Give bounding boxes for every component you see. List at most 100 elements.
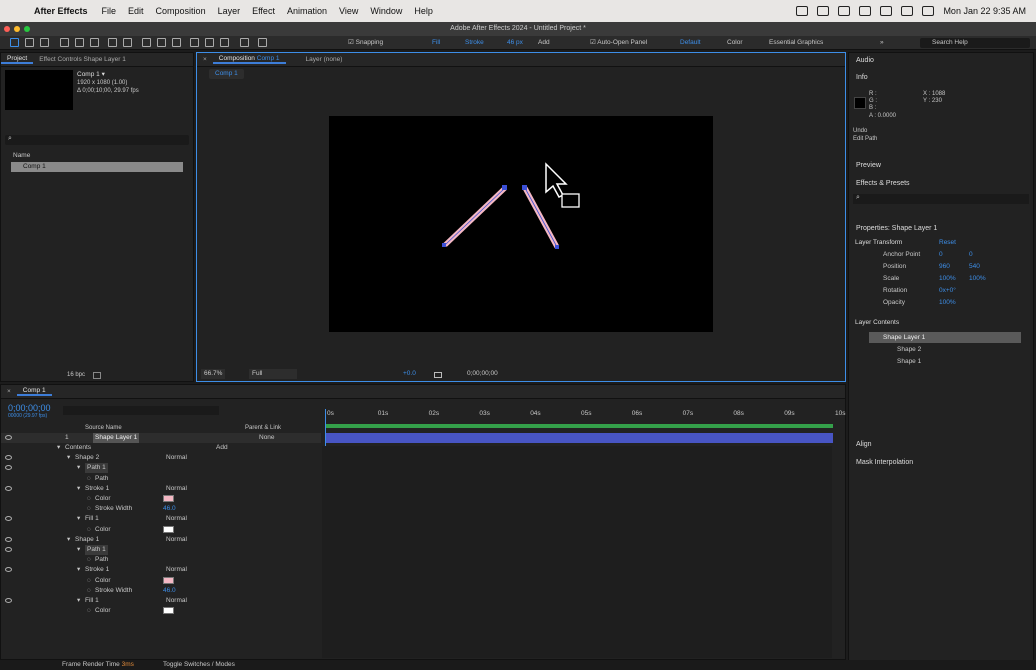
stopwatch-icon[interactable]: ◌ <box>87 474 91 484</box>
twirl-chevron-icon[interactable]: ▾ <box>57 443 60 453</box>
menu-layer[interactable]: Layer <box>218 6 241 16</box>
search-help-input[interactable]: Search Help <box>920 38 1030 48</box>
property-row[interactable]: ▾ Fill 1 Normal <box>1 596 321 606</box>
exposure-value[interactable]: +0.0 <box>403 369 416 379</box>
color-swatch[interactable] <box>163 607 174 615</box>
layer-duration-bar[interactable] <box>325 433 833 443</box>
eye-icon[interactable] <box>5 455 12 461</box>
close-icon[interactable]: × <box>197 56 213 63</box>
info-panel-title[interactable]: Info <box>856 74 868 81</box>
fill-label[interactable]: Fill <box>432 38 440 48</box>
vertex-handle[interactable] <box>502 185 507 190</box>
clone-stamp-tool-icon[interactable] <box>205 38 214 47</box>
eraser-tool-icon[interactable] <box>220 38 229 47</box>
parent-dropdown[interactable]: None <box>259 433 275 443</box>
twirl-chevron-icon[interactable]: ▾ <box>77 514 80 524</box>
mask-interpolation-title[interactable]: Mask Interpolation <box>856 459 913 466</box>
wifi-icon[interactable] <box>901 6 914 16</box>
menu-file[interactable]: File <box>102 6 117 16</box>
shape-paths[interactable] <box>329 116 713 332</box>
twirl-chevron-icon[interactable]: ▾ <box>77 596 80 606</box>
color-swatch[interactable] <box>163 525 174 533</box>
vertex-handle[interactable] <box>522 185 527 190</box>
property-row[interactable]: ▾ Stroke 1 Normal <box>1 484 321 494</box>
property-row[interactable]: ◌ Color <box>1 525 321 535</box>
eye-icon[interactable] <box>5 485 12 491</box>
twirl-chevron-icon[interactable]: ▾ <box>77 484 80 494</box>
property-row[interactable]: ◌ Color <box>1 606 321 616</box>
hand-tool-icon[interactable] <box>25 38 34 47</box>
battery-icon[interactable] <box>880 6 893 16</box>
status-icon[interactable] <box>859 6 872 16</box>
scale-y[interactable]: 100% <box>969 274 986 284</box>
menu-help[interactable]: Help <box>414 6 433 16</box>
time-ruler[interactable]: 0s 01s 02s 03s 04s 05s 06s 07s 08s 09s 10s <box>323 409 845 423</box>
brush-tool-icon[interactable] <box>190 38 199 47</box>
layer-row[interactable]: 1 Shape Layer 1 None <box>1 433 321 443</box>
comp-canvas[interactable] <box>329 116 713 332</box>
close-icon[interactable]: × <box>1 388 17 395</box>
rectangle-tool-icon[interactable] <box>142 38 151 47</box>
stopwatch-icon[interactable]: ◌ <box>87 586 91 596</box>
twirl-chevron-icon[interactable]: ▾ <box>77 463 80 473</box>
layer-transform-label[interactable]: Layer Transform <box>855 238 902 248</box>
stroke-width-value[interactable]: 46 px <box>507 38 523 48</box>
toggle-switches-modes[interactable]: Toggle Switches / Modes <box>163 660 235 670</box>
blend-mode-dropdown[interactable]: Normal <box>166 514 187 524</box>
menu-window[interactable]: Window <box>370 6 402 16</box>
add-button[interactable]: Add <box>538 38 550 48</box>
eye-icon[interactable] <box>5 516 12 522</box>
property-row[interactable]: ◌ Stroke Width 46.0 <box>1 586 321 596</box>
eye-icon[interactable] <box>5 465 12 471</box>
opacity-value[interactable]: 100% <box>939 298 956 308</box>
preview-panel-title[interactable]: Preview <box>856 162 881 169</box>
contents-shape-layer-1[interactable]: Shape Layer 1 <box>869 332 1021 343</box>
twirl-chevron-icon[interactable]: ▾ <box>67 535 70 545</box>
puppet-tool-icon[interactable] <box>258 38 267 47</box>
menu-composition[interactable]: Composition <box>156 6 206 16</box>
property-row[interactable]: ▾ Fill 1 Normal <box>1 514 321 524</box>
workspace-default[interactable]: Default <box>680 38 701 48</box>
type-tool-icon[interactable] <box>172 38 181 47</box>
bpc-indicator[interactable]: 16 bpc <box>67 370 85 380</box>
menu-animation[interactable]: Animation <box>287 6 327 16</box>
menu-view[interactable]: View <box>339 6 358 16</box>
property-row[interactable]: ▾ Stroke 1 Normal <box>1 565 321 575</box>
zoom-dropdown[interactable]: 66.7% <box>201 369 226 379</box>
blend-mode-dropdown[interactable]: Normal <box>166 453 187 463</box>
stopwatch-icon[interactable]: ◌ <box>87 525 91 535</box>
stopwatch-icon[interactable]: ◌ <box>87 576 91 586</box>
tab-composition[interactable]: Composition Comp 1 <box>212 55 286 64</box>
effects-presets-title[interactable]: Effects & Presets <box>856 180 910 187</box>
clock[interactable]: Mon Jan 22 9:35 AM <box>943 6 1026 16</box>
twirl-chevron-icon[interactable]: ▾ <box>77 545 80 555</box>
rotation-value[interactable]: 0x+0° <box>939 286 956 296</box>
pen-tool-icon[interactable] <box>157 38 166 47</box>
app-menu[interactable]: After Effects <box>34 6 88 16</box>
stopwatch-icon[interactable]: ◌ <box>87 504 91 514</box>
eye-icon[interactable] <box>5 598 12 603</box>
property-row[interactable]: ◌ Color <box>1 494 321 504</box>
blend-mode-dropdown[interactable]: Normal <box>166 565 187 575</box>
zoom-window-button[interactable] <box>24 26 30 32</box>
menu-edit[interactable]: Edit <box>128 6 144 16</box>
column-name[interactable]: Name <box>13 151 30 161</box>
color-swatch[interactable] <box>163 576 174 584</box>
status-icon[interactable] <box>838 6 851 16</box>
reset-button[interactable]: Reset <box>939 238 956 248</box>
eye-icon[interactable] <box>5 536 12 542</box>
tab-timeline-comp1[interactable]: Comp 1 <box>16 387 52 396</box>
tab-layer[interactable]: Layer (none) <box>300 56 349 63</box>
viewer-timecode[interactable]: 0;00;00;00 <box>467 369 498 379</box>
property-row[interactable]: ▾ Shape 1 Normal <box>1 535 321 545</box>
blend-mode-dropdown[interactable]: Normal <box>166 535 187 545</box>
stopwatch-icon[interactable]: ◌ <box>87 555 91 565</box>
rotation-tool-icon[interactable] <box>108 38 117 47</box>
property-row[interactable]: ◌ Path <box>1 555 321 565</box>
status-icon[interactable] <box>796 6 809 16</box>
anchor-x[interactable]: 0 <box>939 250 943 260</box>
vertex-handle[interactable] <box>555 245 559 249</box>
blend-mode-dropdown[interactable]: Normal <box>166 484 187 494</box>
property-row[interactable]: ▾ Contents Add <box>1 443 321 453</box>
stopwatch-icon[interactable]: ◌ <box>87 606 91 616</box>
